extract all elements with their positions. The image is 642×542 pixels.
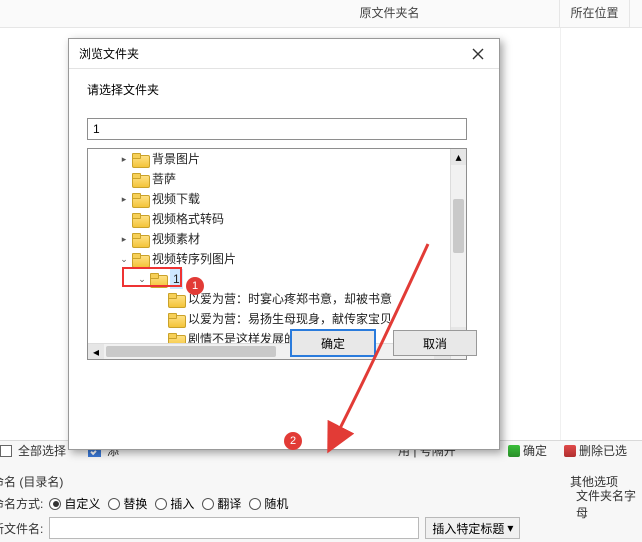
confirm-icon	[508, 445, 520, 457]
bottom-panel: 全部选择 添 用 | 号隔开 确定 删除已选 命名 (目录名) 其他选项 命名方…	[0, 440, 642, 542]
insert-title-dropdown[interactable]: 插入特定标题▾	[425, 517, 520, 539]
folder-icon	[132, 173, 148, 186]
new-name-label: 新文件名:	[0, 520, 43, 537]
tree-node-label: 视频素材	[152, 229, 200, 249]
folder-icon	[168, 313, 184, 326]
rename-method-label: 命名方式:	[0, 495, 43, 512]
tree-node[interactable]: ⌄ 视频转序列图片	[88, 249, 450, 269]
ok-button[interactable]: 确定	[291, 330, 375, 356]
folder-icon	[132, 233, 148, 246]
suffix-label: 文件夹名字母	[576, 487, 642, 521]
tree-node[interactable]: 菩萨	[88, 169, 450, 189]
bottom-confirm[interactable]: 确定	[523, 442, 547, 459]
tree-node[interactable]: ▸ 视频素材	[88, 229, 450, 249]
folder-icon	[132, 213, 148, 226]
tree-node-label: 1	[170, 269, 183, 289]
scroll-up-icon[interactable]: ▴	[451, 149, 466, 165]
radio-replace[interactable]: 替换	[108, 495, 147, 512]
tree-node[interactable]: 以爱为营：易扬生母现身，献传家宝贝	[88, 309, 450, 329]
folder-icon	[150, 273, 166, 286]
chevron-icon[interactable]: ⌄	[136, 269, 148, 289]
radio-custom[interactable]: 自定义	[49, 495, 100, 512]
tree-node[interactable]: ▸ 背景图片	[88, 149, 450, 169]
tree-node-label: 背景图片	[152, 149, 200, 169]
group-title: 命名 (目录名)	[0, 473, 63, 490]
vscroll-thumb[interactable]	[453, 199, 464, 253]
radio-random[interactable]: 随机	[249, 495, 288, 512]
chevron-icon[interactable]: ⌄	[118, 249, 130, 269]
tree-node-label: 视频转序列图片	[152, 249, 236, 269]
cancel-button[interactable]: 取消	[393, 330, 477, 356]
folder-icon	[168, 333, 184, 344]
folder-tree[interactable]: ▸背景图片菩萨▸视频下载视频格式转码▸视频素材⌄视频转序列图片⌄1以爱为营：时宴…	[88, 149, 450, 343]
close-icon	[472, 48, 484, 60]
radio-insert[interactable]: 插入	[155, 495, 194, 512]
tree-node-label: 以爱为营：易扬生母现身，献传家宝贝	[188, 309, 392, 329]
chevron-down-icon: ▾	[507, 521, 513, 535]
tree-node[interactable]: 视频格式转码	[88, 209, 450, 229]
folder-icon	[132, 153, 148, 166]
folder-icon	[132, 253, 148, 266]
new-name-input[interactable]	[49, 517, 419, 539]
tree-node[interactable]: 以爱为营：时宴心疼郑书意，却被书意	[88, 289, 450, 309]
dialog-title: 浏览文件夹	[69, 45, 139, 62]
hscroll-thumb[interactable]	[106, 346, 276, 357]
select-all-label: 全部选择	[18, 442, 66, 459]
folder-icon	[132, 193, 148, 206]
selected-path-box[interactable]: 1	[87, 118, 467, 140]
radio-translate[interactable]: 翻译	[202, 495, 241, 512]
tree-node-label: 视频格式转码	[152, 209, 224, 229]
tree-node-label: 视频下载	[152, 189, 200, 209]
browse-folder-dialog: 浏览文件夹 请选择文件夹 1 ▸背景图片菩萨▸视频下载视频格式转码▸视频素材⌄视…	[68, 38, 500, 450]
tree-node[interactable]: ▸ 视频下载	[88, 189, 450, 209]
folder-icon	[168, 293, 184, 306]
vertical-scrollbar[interactable]: ▴ ▾	[450, 149, 466, 343]
annotation-marker-2: 2	[284, 432, 302, 450]
close-button[interactable]	[457, 39, 499, 69]
scroll-left-icon[interactable]: ◂	[88, 344, 104, 360]
annotation-marker-1: 1	[186, 277, 204, 295]
delete-icon	[564, 445, 576, 457]
tree-node[interactable]: ⌄1	[88, 269, 450, 289]
tree-node-label: 以爱为营：时宴心疼郑书意，却被书意	[188, 289, 392, 309]
column-header-location: 所在位置	[560, 0, 630, 27]
select-all-checkbox[interactable]	[0, 445, 12, 457]
column-header-original: 原文件夹名	[139, 6, 419, 20]
dialog-prompt: 请选择文件夹	[87, 81, 481, 98]
chevron-icon[interactable]: ▸	[118, 229, 130, 249]
chevron-icon[interactable]: ▸	[118, 189, 130, 209]
tree-node-label: 菩萨	[152, 169, 176, 189]
delete-selected[interactable]: 删除已选	[579, 442, 627, 459]
chevron-icon[interactable]: ▸	[118, 149, 130, 169]
